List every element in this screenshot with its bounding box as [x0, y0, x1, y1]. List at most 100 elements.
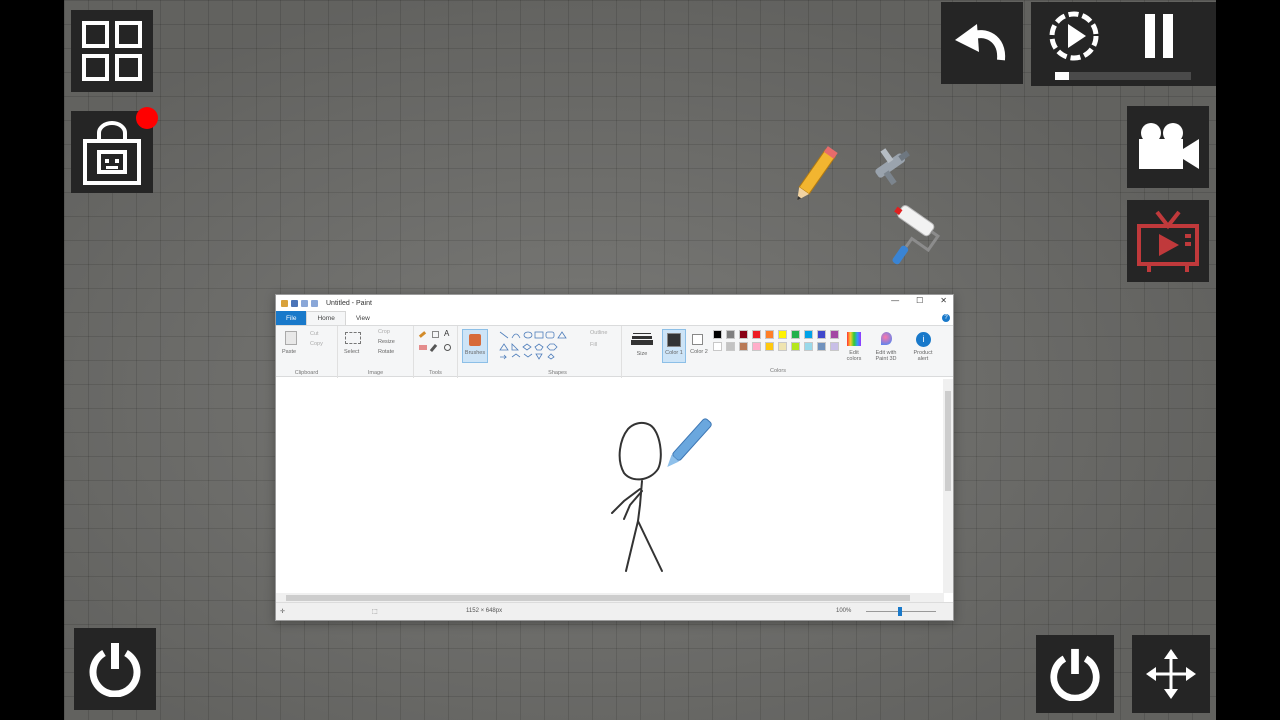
paint3d-icon	[881, 332, 892, 345]
tab-home[interactable]: Home	[306, 311, 346, 325]
size-lines-icon	[633, 333, 651, 334]
game-stage[interactable]: Untitled - Paint — ☐ ✕ File Home View ? …	[64, 0, 1216, 720]
select-label[interactable]: Select	[344, 349, 359, 355]
power-button-right[interactable]	[1036, 635, 1114, 713]
slow-motion-slider[interactable]	[1055, 72, 1191, 80]
vertical-scrollbar[interactable]	[943, 379, 953, 593]
tv-button[interactable]	[1127, 200, 1209, 282]
brushes-button[interactable]: Brushes	[462, 329, 488, 363]
color-swatch[interactable]	[804, 342, 813, 351]
vertical-scroll-thumb[interactable]	[945, 391, 951, 491]
paint-roller-object[interactable]	[876, 204, 946, 272]
outline-label[interactable]: Outline	[590, 330, 607, 336]
zoom-slider-thumb[interactable]	[898, 607, 902, 616]
color-swatch[interactable]	[726, 342, 735, 351]
edit-colors-icon	[847, 332, 861, 346]
camera-button[interactable]	[1127, 106, 1209, 188]
power-icon	[89, 643, 141, 697]
cut-label[interactable]: Cut	[310, 331, 319, 337]
tv-icon	[1137, 210, 1199, 272]
redo-small-icon[interactable]	[311, 299, 318, 307]
crop-label[interactable]: Crop	[378, 329, 390, 335]
edit-colors-button[interactable]: Edit colors	[843, 330, 865, 364]
slow-motion-icon	[1049, 11, 1099, 61]
paint3d-button[interactable]: Edit with Paint 3D	[871, 330, 901, 366]
paint-app-icon	[281, 299, 288, 307]
text-tool-icon[interactable]: A	[444, 329, 449, 338]
color-swatch[interactable]	[713, 330, 722, 339]
time-control-panel	[1031, 2, 1216, 86]
group-tools: A Tools	[414, 326, 458, 378]
paint-title: Untitled - Paint	[326, 299, 372, 307]
product-alert-button[interactable]: i Product alert	[908, 330, 938, 366]
color-swatch[interactable]	[778, 330, 787, 339]
zoom-slider[interactable]	[866, 607, 936, 616]
pencil-object[interactable]	[786, 142, 844, 208]
color2-button[interactable]: Color 2	[688, 329, 710, 363]
select-icon[interactable]	[345, 332, 361, 344]
size-label: Size	[636, 351, 648, 357]
paste-label[interactable]: Paste	[282, 349, 296, 355]
color-swatch[interactable]	[752, 342, 761, 351]
save-icon[interactable]	[291, 299, 298, 307]
color1-label: Color 1	[665, 350, 683, 356]
close-icon[interactable]: ✕	[940, 296, 947, 305]
copy-label[interactable]: Copy	[310, 341, 323, 347]
color-palette[interactable]	[713, 330, 843, 370]
undo-icon	[955, 24, 1006, 61]
drawing-canvas[interactable]	[276, 379, 944, 593]
color-picker-icon[interactable]	[429, 343, 438, 353]
color1-button[interactable]: Color 1	[662, 329, 686, 363]
paint-window[interactable]: Untitled - Paint — ☐ ✕ File Home View ? …	[275, 294, 954, 621]
color-swatch[interactable]	[817, 342, 826, 351]
color-swatch[interactable]	[765, 330, 774, 339]
spray-gun-object[interactable]	[866, 140, 916, 190]
color-swatch[interactable]	[739, 342, 748, 351]
undo-button[interactable]	[941, 2, 1023, 84]
color-swatch[interactable]	[830, 342, 839, 351]
color-swatch[interactable]	[739, 330, 748, 339]
paint-titlebar[interactable]: Untitled - Paint — ☐ ✕	[276, 295, 953, 311]
shapes-gallery-icon[interactable]	[498, 330, 572, 360]
tab-view[interactable]: View	[346, 311, 380, 325]
color-swatch[interactable]	[791, 330, 800, 339]
color-swatch[interactable]	[765, 342, 774, 351]
magnifier-icon[interactable]	[444, 344, 451, 351]
power-icon	[1050, 648, 1100, 701]
pause-button[interactable]	[1139, 12, 1189, 62]
power-button-left[interactable]	[74, 628, 156, 710]
help-icon[interactable]: ?	[942, 314, 950, 322]
size-button[interactable]: Size	[630, 331, 654, 363]
brushes-label: Brushes	[464, 350, 486, 356]
paste-icon[interactable]	[285, 331, 297, 345]
pencil-tool-icon[interactable]	[418, 331, 427, 338]
slow-motion-button[interactable]	[1046, 8, 1106, 66]
group-label-image: Image	[367, 370, 384, 376]
move-button[interactable]	[1132, 635, 1210, 713]
cursor-position-icon: ✛	[280, 609, 286, 615]
maximize-icon[interactable]: ☐	[916, 296, 923, 305]
menu-button[interactable]	[71, 10, 153, 92]
color-swatch[interactable]	[791, 342, 800, 351]
product-alert-label: Product alert	[913, 350, 933, 362]
color-swatch[interactable]	[752, 330, 761, 339]
eraser-tool-icon[interactable]	[419, 345, 427, 350]
resize-label[interactable]: Resize	[378, 339, 395, 345]
selection-size-icon: ⬚	[372, 609, 378, 615]
undo-small-icon[interactable]	[301, 299, 308, 307]
color-swatch[interactable]	[804, 330, 813, 339]
color-swatch[interactable]	[817, 330, 826, 339]
pen-object[interactable]	[658, 411, 718, 477]
color-swatch[interactable]	[726, 330, 735, 339]
color-swatch[interactable]	[830, 330, 839, 339]
color1-swatch	[667, 333, 681, 347]
info-icon: i	[916, 332, 931, 347]
tab-file[interactable]: File	[276, 311, 307, 325]
color-swatch[interactable]	[713, 342, 722, 351]
minimize-icon[interactable]: —	[891, 296, 899, 305]
color-swatch[interactable]	[778, 342, 787, 351]
horizontal-scroll-thumb[interactable]	[286, 595, 910, 601]
fill-tool-icon[interactable]	[432, 331, 439, 338]
fill-label[interactable]: Fill	[590, 342, 597, 348]
rotate-label[interactable]: Rotate	[378, 349, 394, 355]
